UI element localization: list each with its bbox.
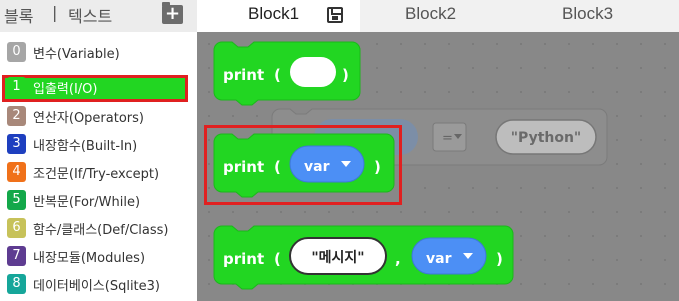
category-label: 반복문(For/While): [33, 195, 141, 210]
category-label: 내장함수(Built-In): [33, 139, 138, 154]
category-label: 내장모듈(Modules): [33, 251, 146, 266]
var-label: var: [426, 251, 452, 267]
highlight-box: [204, 125, 402, 205]
mode-tabs: 블록 | 텍스트 +: [0, 0, 197, 32]
print-message-var-shape: print ( "메시지" , var ): [213, 225, 514, 290]
category-number-badge: 2: [7, 106, 26, 126]
file-tab-block2[interactable]: Block2: [360, 0, 520, 32]
category-label: 조건문(If/Try-except): [33, 167, 160, 182]
category-label: 데이터베이스(Sqlite3): [33, 279, 160, 294]
category-builtin[interactable]: 3 내장함수(Built-In): [0, 131, 197, 157]
category-number-badge: 7: [7, 246, 26, 266]
category-number-badge: 3: [7, 134, 26, 154]
category-functions[interactable]: 6 함수/클래스(Def/Class): [0, 215, 197, 241]
category-conditionals[interactable]: 4 조건문(If/Try-except): [0, 159, 197, 185]
mode-tab-blocks[interactable]: 블록: [4, 3, 33, 27]
print-empty-block[interactable]: print ( ): [213, 41, 361, 106]
category-operators[interactable]: 2 연산자(Operators): [0, 103, 197, 129]
top-bar: 블록 | 텍스트 + Block1 Block2 Block3: [0, 0, 679, 32]
file-tab-block3[interactable]: Block3: [520, 0, 679, 32]
category-label: 연산자(Operators): [33, 111, 144, 126]
file-tab-label: Block1: [248, 4, 300, 23]
save-icon[interactable]: [327, 7, 343, 23]
category-number-badge: 1: [7, 77, 26, 97]
file-tab-label: Block2: [405, 4, 457, 23]
file-tab-block1[interactable]: Block1: [197, 0, 360, 32]
print-message-var-block[interactable]: print ( "메시지" , var ): [213, 225, 514, 290]
category-io[interactable]: 1 입출력(I/O): [0, 74, 197, 102]
comma: ,: [395, 250, 401, 268]
category-modules[interactable]: 7 내장모듈(Modules): [0, 243, 197, 269]
mode-tab-text[interactable]: 텍스트: [68, 3, 112, 27]
print-keyword: print: [223, 66, 264, 84]
category-number-badge: 8: [7, 274, 26, 294]
category-sidebar: 0 변수(Variable) 1 입출력(I/O) 2 연산자(Operator…: [0, 32, 197, 301]
category-label: 변수(Variable): [33, 47, 120, 62]
category-database[interactable]: 8 데이터베이스(Sqlite3): [0, 271, 197, 297]
category-number-badge: 4: [7, 162, 26, 182]
mode-separator: |: [52, 3, 58, 22]
close-paren: ): [342, 66, 349, 84]
category-variable[interactable]: 0 변수(Variable): [0, 39, 197, 65]
file-tab-label: Block3: [562, 4, 614, 23]
category-label: 함수/클래스(Def/Class): [33, 223, 169, 238]
close-paren: ): [496, 250, 503, 268]
category-loops[interactable]: 5 반복문(For/While): [0, 187, 197, 213]
open-paren: (: [274, 66, 281, 84]
ghost-equals-label: =: [442, 131, 453, 146]
category-label: 입출력(I/O): [33, 82, 98, 97]
category-number-badge: 6: [7, 218, 26, 238]
block-workspace[interactable]: = "Python" print ( ) print ( var ) print…: [197, 32, 679, 301]
category-number-badge: 0: [7, 42, 26, 62]
message-label: "메시지": [311, 250, 364, 266]
open-paren: (: [274, 250, 281, 268]
print-keyword: print: [223, 250, 264, 268]
empty-input-slot[interactable]: [290, 57, 336, 87]
add-folder-icon[interactable]: +: [162, 2, 183, 24]
print-empty-shape: print ( ): [213, 41, 361, 106]
category-number-badge: 5: [7, 190, 26, 210]
ghost-python-label: "Python": [511, 130, 581, 146]
